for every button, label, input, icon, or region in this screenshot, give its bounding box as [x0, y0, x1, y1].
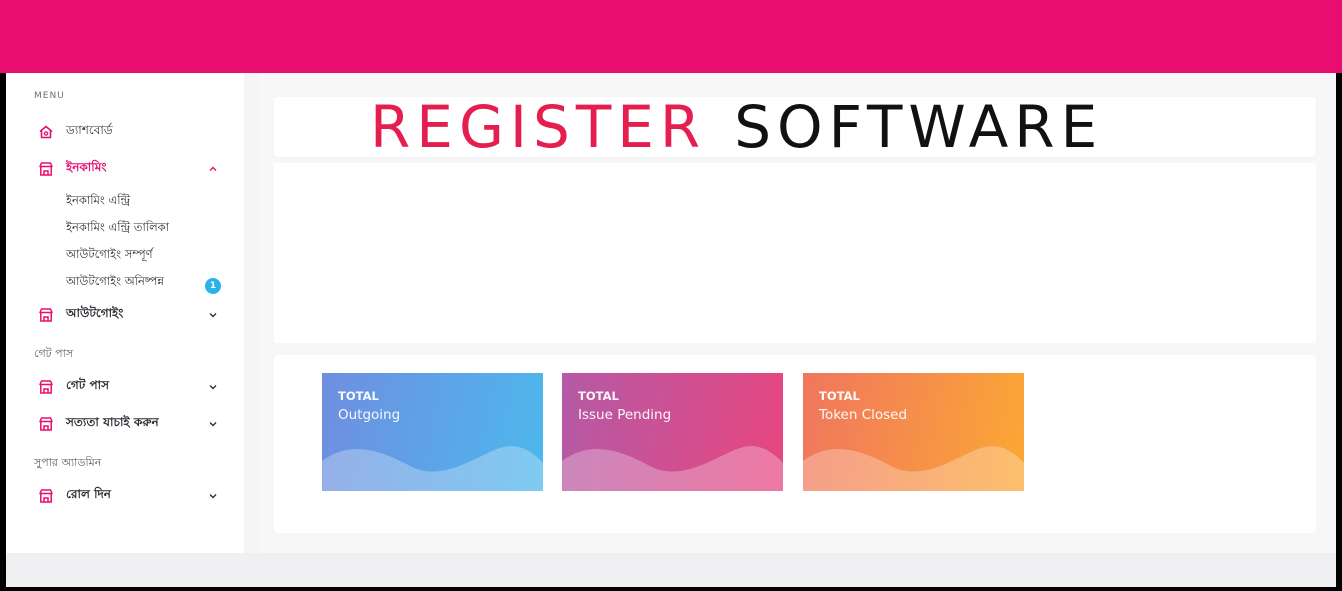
- store-icon: [37, 306, 55, 324]
- sidebar-item-dashboard[interactable]: ড্যাশবোর্ড: [6, 116, 244, 148]
- chevron-down-icon: [207, 309, 219, 321]
- sidebar-item-role[interactable]: রোল দিন: [6, 480, 244, 512]
- stats-card: TOTAL Outgoing TOTAL Issue Pending TOTAL…: [274, 355, 1316, 533]
- stat-title: Token Closed: [819, 407, 908, 423]
- stat-label: TOTAL: [819, 389, 860, 403]
- menu-title: MENU: [34, 91, 65, 101]
- logo-text-register: REGISTER: [370, 93, 707, 161]
- stat-tile-issue-pending[interactable]: TOTAL Issue Pending: [562, 373, 783, 491]
- chevron-down-icon: [207, 418, 219, 430]
- submenu-item-outgoing-pending[interactable]: আউটগোইং অনিষ্পন্ন: [66, 272, 164, 292]
- sidebar-item-label: ড্যাশবোর্ড: [66, 123, 113, 137]
- store-icon: [37, 415, 55, 433]
- home-icon: [37, 123, 55, 141]
- top-header-bar: [0, 0, 1342, 73]
- sidebar-item-label: গেট পাস: [66, 378, 110, 392]
- stat-tile-outgoing[interactable]: TOTAL Outgoing: [322, 373, 543, 491]
- screen-frame: MENU ড্যাশবোর্ড ইনকামিং ইনকামিং এন্ট্রি …: [0, 0, 1342, 591]
- brand-logo: REGISTER SOFTWARE: [370, 97, 1103, 157]
- section-label-gatepass: গেট পাস: [34, 347, 74, 360]
- stat-label: TOTAL: [338, 389, 379, 403]
- chevron-up-icon: [207, 163, 219, 175]
- chevron-down-icon: [207, 381, 219, 393]
- sidebar-item-verify[interactable]: সত্যতা যাচাই করুন: [6, 408, 244, 440]
- submenu-item-outgoing-complete[interactable]: আউটগোইং সম্পূর্ণ: [66, 245, 153, 265]
- footer-strip: [6, 553, 1336, 587]
- logo-text-software: SOFTWARE: [734, 93, 1104, 161]
- store-icon: [37, 160, 55, 178]
- chevron-down-icon: [207, 490, 219, 502]
- sidebar-item-label: আউটগোইং: [66, 306, 124, 320]
- sidebar-item-gatepass[interactable]: গেট পাস: [6, 371, 244, 403]
- content-blank-area: [274, 163, 1316, 343]
- sidebar-item-label: ইনকামিং: [66, 160, 107, 174]
- stat-title: Outgoing: [338, 407, 401, 423]
- pending-count-badge: 1: [205, 278, 221, 294]
- sidebar-item-outgoing[interactable]: আউটগোইং: [6, 299, 244, 331]
- section-label-superadmin: সুপার অ্যাডমিন: [34, 456, 102, 469]
- submenu-item-incoming-entry[interactable]: ইনকামিং এন্ট্রি: [66, 191, 130, 211]
- sidebar-item-label: রোল দিন: [66, 487, 111, 501]
- wave-decoration: [322, 446, 543, 491]
- logo-card: REGISTER SOFTWARE: [274, 97, 1316, 157]
- wave-decoration: [803, 446, 1024, 491]
- stat-tile-token-closed[interactable]: TOTAL Token Closed: [803, 373, 1024, 491]
- sidebar-item-incoming[interactable]: ইনকামিং: [6, 153, 244, 185]
- submenu-item-incoming-entry-list[interactable]: ইনকামিং এন্ট্রি তালিকা: [66, 218, 169, 238]
- app-body: MENU ড্যাশবোর্ড ইনকামিং ইনকামিং এন্ট্রি …: [6, 73, 1336, 587]
- store-icon: [37, 487, 55, 505]
- stat-title: Issue Pending: [578, 407, 672, 423]
- sidebar-item-label: সত্যতা যাচাই করুন: [66, 415, 159, 429]
- wave-decoration: [562, 446, 783, 491]
- store-icon: [37, 378, 55, 396]
- stat-label: TOTAL: [578, 389, 619, 403]
- sidebar: MENU ড্যাশবোর্ড ইনকামিং ইনকামিং এন্ট্রি …: [6, 73, 244, 553]
